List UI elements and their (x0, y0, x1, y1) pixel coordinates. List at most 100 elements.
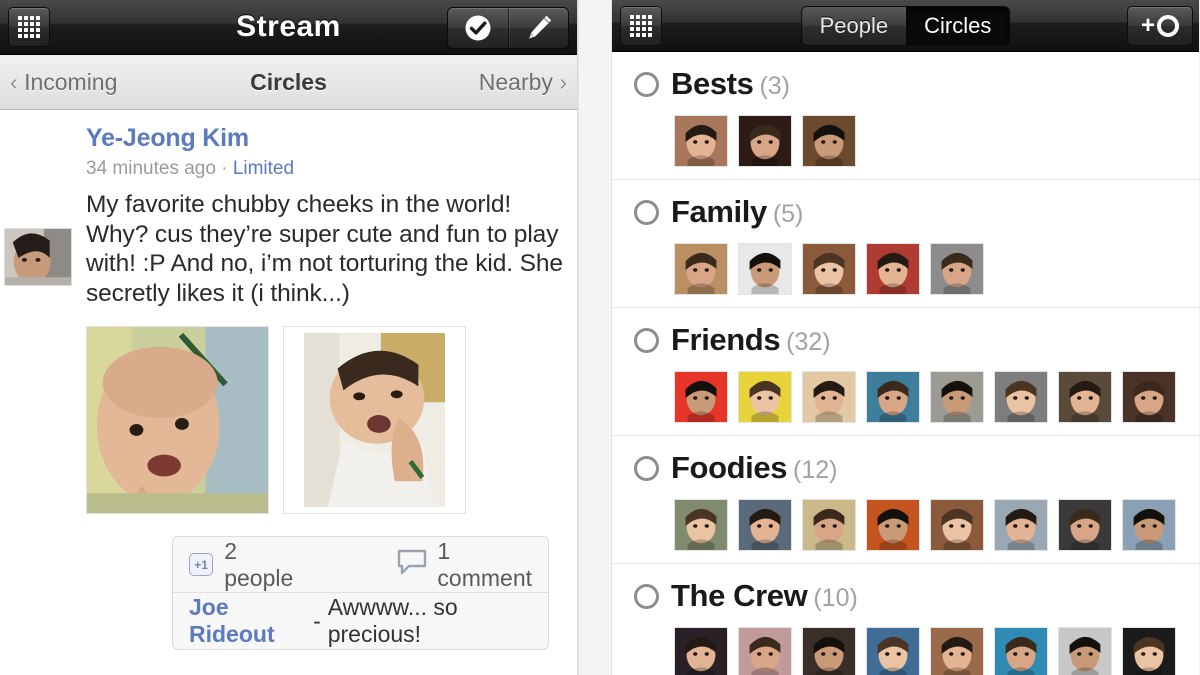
subnav-incoming[interactable]: ‹ Incoming (10, 69, 117, 96)
member-avatar[interactable] (1058, 627, 1112, 675)
member-avatar-image (739, 372, 791, 422)
circle-title-group: The Crew (10) (671, 578, 858, 614)
post-photo[interactable] (283, 326, 466, 514)
circle-name: Friends (671, 322, 781, 357)
member-avatar-image (931, 372, 983, 422)
stream-subnav: ‹ Incoming Circles Nearby › (0, 55, 577, 110)
member-avatar-image (931, 244, 983, 294)
circle-select-radio[interactable] (634, 455, 659, 481)
member-avatar[interactable] (674, 115, 728, 167)
member-avatar-image (1059, 372, 1111, 422)
member-avatar-image (675, 500, 727, 550)
member-avatar[interactable] (674, 243, 728, 295)
tab-circles[interactable]: Circles (906, 7, 1010, 45)
member-avatar[interactable] (738, 115, 792, 167)
member-avatar[interactable] (930, 627, 984, 675)
member-avatar[interactable] (930, 371, 984, 423)
member-avatar[interactable] (738, 371, 792, 423)
circle-row[interactable]: Bests (3) (612, 52, 1199, 180)
circles-navbar: People Circles + (612, 0, 1199, 52)
post-text: My favorite chubby cheeks in the world! … (86, 191, 563, 307)
chevron-left-icon: ‹ (10, 68, 18, 95)
member-avatar[interactable] (1058, 371, 1112, 423)
circles-list[interactable]: Bests (3) Family (5) Friends (32) Foodies (12) T… (612, 52, 1199, 675)
add-circle-icon: + (1141, 12, 1179, 40)
member-avatar[interactable] (738, 499, 792, 551)
post-photos (86, 326, 563, 514)
comment-preview-row[interactable]: Joe Rideout - Awwww... so precious! (173, 593, 548, 649)
post-author-avatar[interactable] (4, 228, 72, 286)
post-photo[interactable] (86, 326, 269, 514)
circle-select-radio[interactable] (634, 327, 659, 353)
circle-member-count: (5) (772, 200, 804, 228)
plus-sign: + (1140, 12, 1155, 39)
plus-one-icon[interactable]: +1 (189, 553, 214, 576)
circle-member-strip (674, 627, 1199, 675)
circle-name: The Crew (671, 578, 808, 613)
circle-member-count: (32) (786, 328, 831, 356)
member-avatar[interactable] (994, 499, 1048, 551)
post-audience[interactable]: Limited (233, 158, 294, 179)
compose-pencil-icon (528, 15, 551, 39)
member-avatar[interactable] (994, 371, 1048, 423)
post-author-name[interactable]: Ye-Jeong Kim (86, 124, 249, 153)
member-avatar[interactable] (674, 499, 728, 551)
circle-row[interactable]: Family (5) (612, 180, 1199, 308)
people-circles-segmented-control: People Circles (800, 6, 1011, 46)
member-avatar[interactable] (866, 627, 920, 675)
circle-row[interactable]: Foodies (12) (612, 436, 1199, 564)
circle-select-radio[interactable] (634, 71, 659, 97)
member-avatar[interactable] (930, 243, 984, 295)
circle-title-group: Family (5) (671, 194, 803, 230)
member-avatar-image (1123, 500, 1175, 550)
apps-grid-button[interactable] (620, 5, 662, 46)
member-avatar-image (1123, 628, 1175, 675)
apps-grid-button[interactable] (8, 7, 50, 47)
circle-select-radio[interactable] (634, 199, 659, 225)
circle-name: Family (671, 194, 767, 229)
member-avatar[interactable] (802, 371, 856, 423)
member-avatar[interactable] (866, 243, 920, 295)
circle-ring-icon (1157, 15, 1179, 37)
circles-panel: People Circles + Bests (3) Family (5) Friend… (612, 0, 1199, 675)
subnav-nearby[interactable]: Nearby › (479, 69, 567, 96)
circle-select-radio[interactable] (634, 583, 659, 609)
member-avatar[interactable] (1122, 499, 1176, 551)
circle-row[interactable]: The Crew (10) (612, 564, 1199, 675)
chevron-right-icon: › (559, 68, 567, 95)
member-avatar[interactable] (1122, 627, 1176, 675)
member-avatar-image (675, 628, 727, 675)
member-avatar[interactable] (1058, 499, 1112, 551)
member-avatar-image (739, 628, 791, 675)
stream-action-group (447, 7, 569, 49)
member-avatar[interactable] (930, 499, 984, 551)
circle-header: The Crew (10) (634, 578, 1199, 614)
avatar-image (5, 229, 71, 285)
member-avatar[interactable] (802, 243, 856, 295)
member-avatar[interactable] (674, 371, 728, 423)
comment-count-label[interactable]: 1 comment (437, 538, 532, 592)
member-avatar[interactable] (802, 115, 856, 167)
member-avatar-image (867, 244, 919, 294)
member-avatar[interactable] (1122, 371, 1176, 423)
tab-people[interactable]: People (801, 7, 907, 45)
comment-author[interactable]: Joe Rideout (189, 594, 306, 648)
member-avatar[interactable] (738, 627, 792, 675)
member-avatar[interactable] (802, 627, 856, 675)
member-avatar[interactable] (866, 371, 920, 423)
check-circle-button[interactable] (448, 8, 508, 48)
circle-row[interactable]: Friends (32) (612, 308, 1199, 436)
circle-title-group: Bests (3) (671, 66, 790, 102)
plus-one-count-label[interactable]: 2 people (224, 538, 293, 592)
member-avatar[interactable] (802, 499, 856, 551)
member-avatar-image (1123, 372, 1175, 422)
member-avatar[interactable] (866, 499, 920, 551)
member-avatar[interactable] (674, 627, 728, 675)
compose-button[interactable] (508, 8, 568, 48)
circle-member-count: (12) (793, 456, 838, 484)
member-avatar[interactable] (994, 627, 1048, 675)
member-avatar-image (1059, 500, 1111, 550)
member-avatar[interactable] (738, 243, 792, 295)
add-circle-button[interactable]: + (1127, 6, 1193, 46)
subnav-incoming-label: Incoming (24, 68, 118, 95)
